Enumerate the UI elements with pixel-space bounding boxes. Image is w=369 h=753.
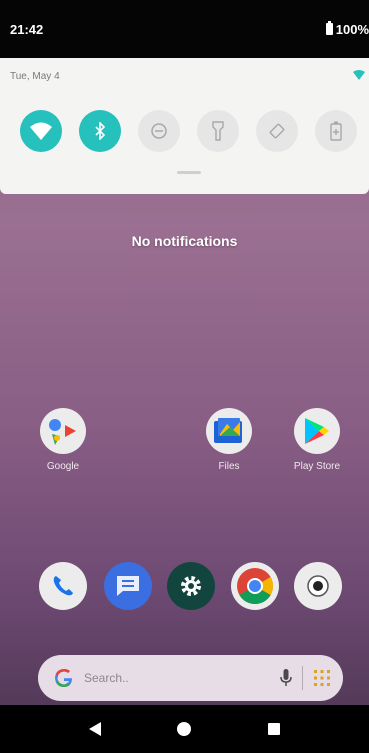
status-bar: 21:42 100% <box>0 0 369 58</box>
app-play-store[interactable]: Play Store <box>282 408 352 472</box>
battery-saver-tile[interactable] <box>315 110 357 152</box>
do-not-disturb-icon <box>151 123 167 139</box>
flashlight-tile[interactable] <box>197 110 239 152</box>
back-button[interactable] <box>80 714 110 744</box>
app-grid-icon[interactable] <box>313 669 331 687</box>
status-time: 21:42 <box>10 21 44 37</box>
battery-icon <box>325 21 333 35</box>
navigation-bar <box>0 705 369 753</box>
battery-level: 100% <box>335 21 369 37</box>
wifi-icon <box>30 122 52 140</box>
auto-rotate-icon <box>269 123 285 139</box>
do-not-disturb-tile[interactable] <box>138 110 180 152</box>
recents-button[interactable] <box>259 714 289 744</box>
files-icon <box>206 408 252 454</box>
phone-icon[interactable] <box>39 562 87 610</box>
home-icon <box>177 722 192 736</box>
google-search-bar[interactable]: Search.. <box>38 655 343 701</box>
no-notifications-text: No notifications <box>131 233 238 249</box>
search-placeholder[interactable]: Search.. <box>84 671 280 685</box>
qs-expand-handle[interactable] <box>177 171 201 174</box>
recents-icon <box>268 723 281 735</box>
qs-tiles <box>20 110 357 152</box>
messages-icon[interactable] <box>104 562 152 610</box>
auto-rotate-tile[interactable] <box>256 110 298 152</box>
chrome-icon[interactable] <box>231 562 279 610</box>
quick-settings-panel: Tue, May 4 <box>0 58 369 194</box>
app-label-files: Files <box>218 461 240 472</box>
back-icon <box>88 722 101 736</box>
wifi-tile[interactable] <box>20 110 62 152</box>
bluetooth-icon <box>95 122 106 140</box>
flashlight-icon <box>212 121 224 141</box>
status-right: 100% <box>325 21 369 37</box>
app-label-play-store: Play Store <box>293 461 341 472</box>
settings-icon[interactable] <box>167 562 215 610</box>
google-g-icon <box>55 669 72 687</box>
phone-screen: 21:42 100% Tue, May 4 No notifications G… <box>0 0 369 753</box>
home-button[interactable] <box>169 714 199 744</box>
wifi-status-icon <box>353 70 365 80</box>
qs-date[interactable]: Tue, May 4 <box>10 71 60 82</box>
app-google[interactable]: Google <box>28 408 98 472</box>
search-divider <box>302 666 303 690</box>
app-label-google: Google <box>46 461 80 472</box>
google-folder-icon <box>40 408 86 454</box>
battery-saver-icon <box>330 121 342 141</box>
mic-icon[interactable] <box>280 669 292 687</box>
bluetooth-tile[interactable] <box>79 110 121 152</box>
play-store-icon <box>294 408 340 454</box>
app-files[interactable]: Files <box>194 408 264 472</box>
camera-icon[interactable] <box>294 562 342 610</box>
